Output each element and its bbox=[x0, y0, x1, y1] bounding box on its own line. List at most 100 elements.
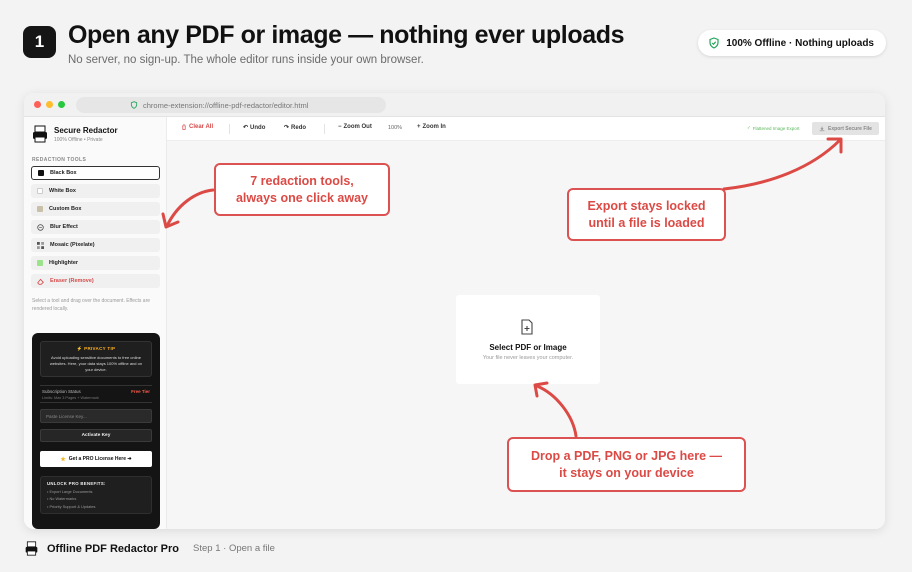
footer-step-label: Step 1 · Open a file bbox=[193, 543, 275, 554]
page-subtitle: No server, no sign-up. The whole editor … bbox=[68, 54, 424, 66]
privacy-tip-text: Avoid uploading sensitive documents to f… bbox=[49, 355, 143, 372]
step-badge: 1 bbox=[23, 26, 56, 58]
get-pro-label: Get a PRO License Here ➔ bbox=[68, 456, 132, 462]
tools-section-label: REDACTION TOOLS bbox=[32, 157, 87, 163]
zoom-out-label: Zoom Out bbox=[343, 124, 372, 130]
tool-label: Eraser (Remove) bbox=[50, 278, 94, 284]
tool-mosaic[interactable]: Mosaic (Pixelate) bbox=[31, 238, 160, 252]
zoom-in-button[interactable]: + Zoom In bbox=[417, 124, 446, 130]
app-name: Secure Redactor bbox=[54, 125, 118, 135]
tool-custom-box[interactable]: Custom Box bbox=[31, 202, 160, 216]
zoom-level: 100% bbox=[388, 125, 403, 131]
undo-icon: ↶ bbox=[243, 125, 249, 131]
editor-toolbar: Clear All ↶ Undo ↷ Redo − Zoom Out 100% … bbox=[167, 117, 885, 141]
minimize-window-dot[interactable] bbox=[46, 101, 53, 108]
app-brand: Secure Redactor 100% Offline • Private bbox=[32, 125, 118, 143]
tool-label: White Box bbox=[49, 188, 76, 194]
benefit-item: • Priority Support & Updates bbox=[47, 503, 96, 509]
offline-badge-label: 100% Offline · Nothing uploads bbox=[726, 37, 874, 49]
mosaic-icon bbox=[37, 241, 44, 249]
maximize-window-dot[interactable] bbox=[58, 101, 65, 108]
address-bar[interactable]: chrome-extension://offline-pdf-redactor/… bbox=[76, 97, 386, 113]
tool-label: Black Box bbox=[50, 170, 77, 176]
tool-white-box[interactable]: White Box bbox=[31, 184, 160, 198]
file-drop-zone[interactable]: Select PDF or Image Your file never leav… bbox=[456, 295, 600, 384]
sidebar: Secure Redactor 100% Offline • Private R… bbox=[24, 117, 167, 529]
browser-window: chrome-extension://offline-pdf-redactor/… bbox=[24, 93, 885, 529]
check-icon: ✓ bbox=[747, 125, 751, 130]
address-bar-url: chrome-extension://offline-pdf-redactor/… bbox=[143, 100, 309, 110]
export-mode-toggle[interactable]: ✓ Flattened Image Export bbox=[747, 125, 800, 131]
benefit-item: • No Watermarks bbox=[47, 496, 77, 501]
callout-export-line1: Export stays locked bbox=[587, 198, 706, 213]
callout-export-line2: until a file is loaded bbox=[588, 215, 705, 230]
offline-badge: 100% Offline · Nothing uploads bbox=[698, 30, 886, 56]
printer-logo-icon bbox=[33, 125, 47, 143]
export-mode-label: Flattened Image Export bbox=[752, 125, 800, 131]
clear-all-label: Clear All bbox=[189, 124, 214, 130]
redo-button[interactable]: ↷ Redo bbox=[284, 124, 307, 132]
app-tagline: 100% Offline • Private bbox=[54, 136, 103, 143]
eraser-icon bbox=[37, 278, 44, 285]
drop-zone-title: Select PDF or Image bbox=[489, 343, 567, 352]
star-icon: ★ bbox=[60, 456, 66, 463]
privacy-tip: ⚡ PRIVACY TIP Avoid uploading sensitive … bbox=[40, 341, 152, 377]
close-window-dot[interactable] bbox=[34, 101, 41, 108]
undo-button[interactable]: ↶ Undo bbox=[243, 124, 266, 132]
callout-export: Export stays locked until a file is load… bbox=[567, 188, 726, 241]
plus-icon: + bbox=[417, 124, 421, 130]
tool-eraser[interactable]: Eraser (Remove) bbox=[31, 274, 160, 288]
browser-chrome: chrome-extension://offline-pdf-redactor/… bbox=[24, 93, 885, 117]
undo-label: Undo bbox=[250, 124, 266, 131]
drop-zone-subtitle: Your file never leaves your computer. bbox=[482, 355, 574, 361]
blur-icon bbox=[37, 223, 44, 231]
clear-all-button[interactable]: Clear All bbox=[181, 124, 213, 130]
file-plus-icon bbox=[521, 319, 533, 335]
custom-swatch-icon bbox=[37, 206, 43, 212]
subscription-limits: Limits: Max 3 Pages + Watermark bbox=[42, 396, 99, 400]
redo-icon: ↷ bbox=[284, 125, 290, 131]
activate-key-button[interactable]: Activate Key bbox=[40, 429, 152, 442]
callout-drop: Drop a PDF, PNG or JPG here — it stays o… bbox=[507, 437, 746, 492]
tool-label: Blur Effect bbox=[50, 224, 78, 230]
benefits-title: UNLOCK PRO BENEFITS: bbox=[47, 481, 106, 486]
callout-tools-line2: always one click away bbox=[235, 190, 369, 205]
shield-check-icon bbox=[709, 37, 719, 49]
tool-highlighter[interactable]: Highlighter bbox=[31, 256, 160, 270]
tool-label: Highlighter bbox=[49, 260, 79, 266]
redo-label: Redo bbox=[291, 124, 307, 131]
subscription-tier-badge: Free Tier bbox=[131, 389, 150, 394]
black-swatch-icon bbox=[38, 170, 44, 176]
get-pro-license-button[interactable]: ★ Get a PRO License Here ➔ bbox=[40, 451, 152, 467]
zoom-out-button[interactable]: − Zoom Out bbox=[338, 124, 372, 130]
highlighter-swatch-icon bbox=[37, 260, 43, 266]
minus-icon: − bbox=[338, 124, 342, 130]
subscription-status: Subscription Status Free Tier Limits: Ma… bbox=[40, 385, 152, 403]
tool-label: Mosaic (Pixelate) bbox=[50, 242, 95, 248]
callout-drop-line2: it stays on your device bbox=[559, 465, 694, 480]
toolbar-divider bbox=[229, 124, 230, 134]
subscription-label: Subscription Status bbox=[42, 389, 81, 394]
zoom-in-label: Zoom In bbox=[422, 124, 446, 130]
callout-tools: 7 redaction tools, always one click away bbox=[214, 163, 390, 216]
tool-blur-effect[interactable]: Blur Effect bbox=[31, 220, 160, 234]
footer: Offline PDF Redactor Pro Step 1 · Open a… bbox=[24, 541, 275, 556]
footer-product-name: Offline PDF Redactor Pro bbox=[47, 542, 180, 555]
pro-benefits: UNLOCK PRO BENEFITS: • Export Large Docu… bbox=[40, 476, 152, 514]
privacy-tip-title: ⚡ PRIVACY TIP bbox=[76, 346, 116, 351]
pro-panel: ⚡ PRIVACY TIP Avoid uploading sensitive … bbox=[32, 333, 160, 529]
export-secure-file-button[interactable]: Export Secure File bbox=[812, 122, 879, 135]
white-swatch-icon bbox=[37, 188, 43, 194]
toolbar-divider bbox=[324, 124, 325, 134]
tool-black-box[interactable]: Black Box bbox=[31, 166, 160, 180]
callout-drop-line1: Drop a PDF, PNG or JPG here — bbox=[530, 448, 722, 463]
trash-icon bbox=[182, 124, 186, 130]
shield-icon bbox=[130, 101, 138, 109]
page-title: Open any PDF or image — nothing ever upl… bbox=[68, 21, 625, 49]
callout-tools-line1: 7 redaction tools, bbox=[250, 173, 354, 188]
tool-hint: Select a tool and drag over the document… bbox=[32, 298, 151, 312]
benefit-item: • Export Large Documents bbox=[47, 488, 93, 494]
license-key-input[interactable] bbox=[40, 409, 152, 423]
download-icon bbox=[819, 126, 825, 131]
printer-logo-icon bbox=[25, 541, 38, 556]
